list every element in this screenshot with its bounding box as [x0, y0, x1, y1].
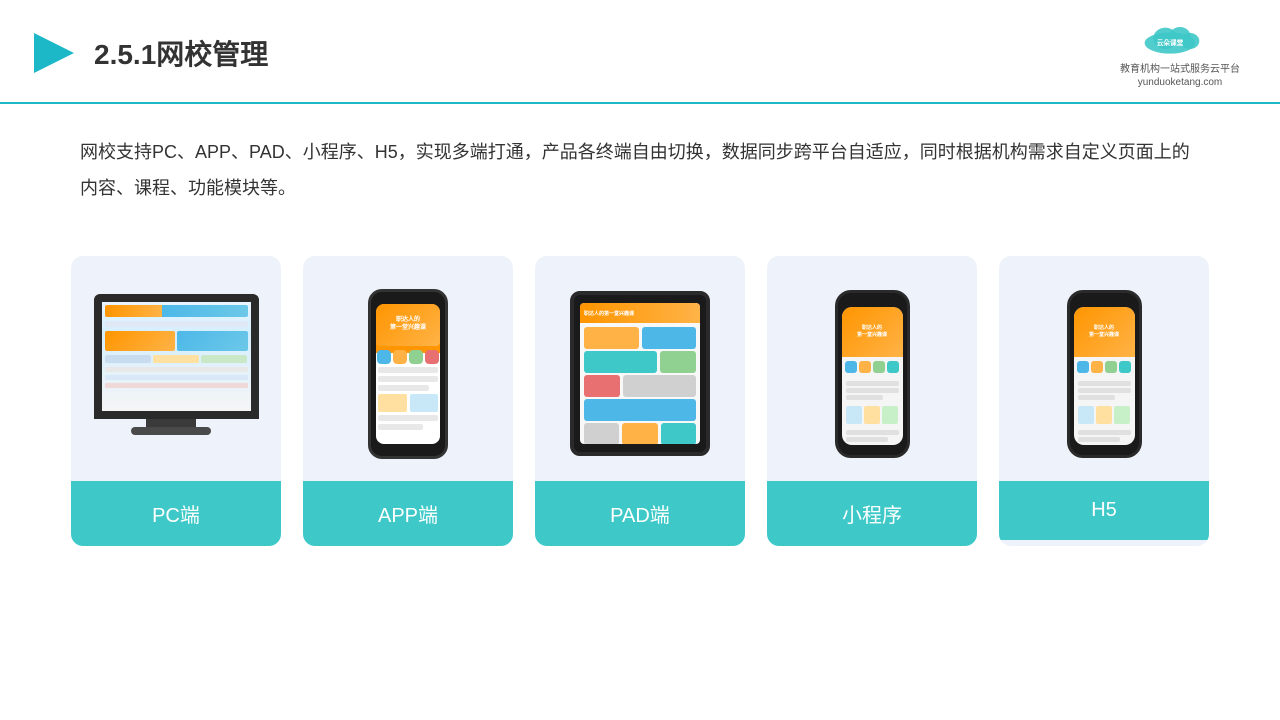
app-phone-icon: 职达人的第一堂兴趣课	[368, 289, 448, 459]
header: 2.5.1网校管理 云朵课堂 教育机构一站式服务云平台 yunduoketang…	[0, 0, 1280, 104]
description-text: 网校支持PC、APP、PAD、小程序、H5，实现多端打通，产品各终端自由切换，数…	[0, 104, 1280, 226]
card-pad-image: 职达人的第一堂兴趣课	[535, 276, 745, 471]
svg-text:云朵课堂: 云朵课堂	[1157, 38, 1184, 47]
logo-tagline: 教育机构一站式服务云平台	[1120, 60, 1240, 75]
card-h5-label: H5	[999, 481, 1209, 540]
card-pc-image	[71, 276, 281, 471]
card-h5: 职达人的第一堂兴趣课	[999, 256, 1209, 546]
card-app: 职达人的第一堂兴趣课	[303, 256, 513, 546]
logo-area: 云朵课堂 教育机构一站式服务云平台 yunduoketang.com	[1120, 18, 1240, 88]
card-app-label: APP端	[303, 481, 513, 546]
play-icon	[30, 29, 78, 77]
header-left: 2.5.1网校管理	[30, 29, 268, 77]
card-h5-image: 职达人的第一堂兴趣课	[999, 276, 1209, 471]
card-pc-label: PC端	[71, 481, 281, 546]
card-pad: 职达人的第一堂兴趣课	[535, 256, 745, 546]
card-pc: PC端	[71, 256, 281, 546]
logo-url: yunduoketang.com	[1138, 77, 1223, 88]
h5-phone-icon: 职达人的第一堂兴趣课	[1067, 290, 1142, 458]
card-app-image: 职达人的第一堂兴趣课	[303, 276, 513, 471]
card-miniprogram-label: 小程序	[767, 481, 977, 546]
page-title: 2.5.1网校管理	[94, 33, 268, 73]
card-miniprogram: 职达人的第一堂兴趣课	[767, 256, 977, 546]
pad-icon: 职达人的第一堂兴趣课	[570, 291, 710, 456]
pc-monitor-icon	[89, 294, 264, 454]
logo-icon: 云朵课堂	[1140, 18, 1220, 58]
card-pad-label: PAD端	[535, 481, 745, 546]
miniprogram-phone-icon: 职达人的第一堂兴趣课	[835, 290, 910, 458]
card-miniprogram-image: 职达人的第一堂兴趣课	[767, 276, 977, 471]
cards-container: PC端 职达人的第一堂兴趣课	[0, 236, 1280, 566]
